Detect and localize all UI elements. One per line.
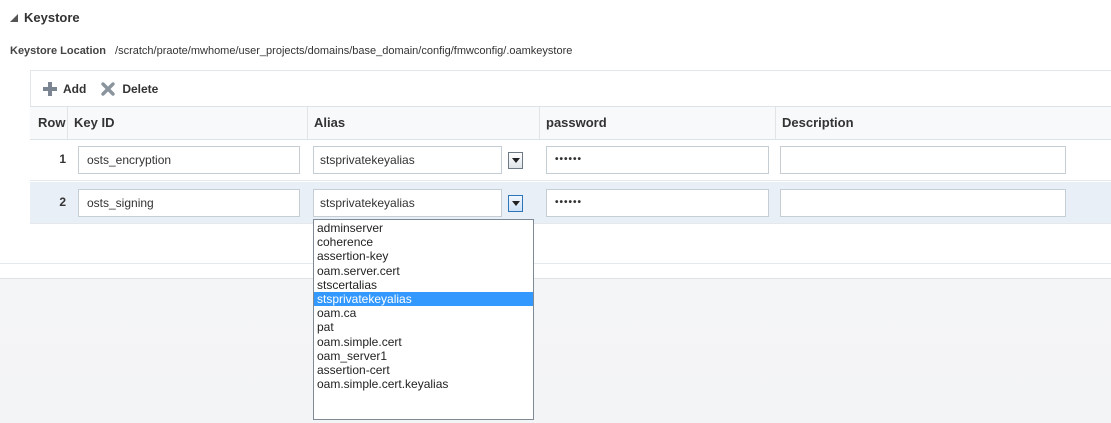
- section-title: Keystore: [24, 9, 80, 25]
- alias-select-value[interactable]: stsprivatekeyalias: [313, 146, 503, 174]
- delete-button-label: Delete: [122, 82, 159, 96]
- keystore-location-value: /scratch/praote/mwhome/user_projects/dom…: [115, 45, 573, 57]
- alias-option[interactable]: pat: [314, 320, 533, 334]
- alias-option[interactable]: oam.simple.cert.keyalias: [314, 377, 533, 391]
- alias-option[interactable]: stscertalias: [314, 278, 533, 292]
- column-header-password[interactable]: password: [539, 107, 775, 139]
- table-toolbar: Add Delete: [30, 70, 1111, 107]
- alias-option[interactable]: adminserver: [314, 221, 533, 235]
- chevron-down-icon: [511, 157, 520, 163]
- alias-option[interactable]: oam_server1: [314, 349, 533, 363]
- alias-option-highlighted[interactable]: stsprivatekeyalias: [314, 291, 533, 307]
- alias-option[interactable]: oam.server.cert: [314, 264, 533, 278]
- row-number: 1: [59, 152, 66, 166]
- add-button-label: Add: [63, 82, 87, 96]
- column-header-key-id[interactable]: Key ID: [67, 107, 307, 139]
- divider: [0, 263, 1111, 264]
- alias-option[interactable]: oam.ca: [314, 306, 533, 320]
- footer-area: [0, 278, 1111, 423]
- table-row[interactable]: 2 osts_signing stsprivatekeyalias ••••••: [30, 182, 1111, 224]
- alias-option[interactable]: assertion-cert: [314, 363, 533, 377]
- alias-dropdown-button[interactable]: [508, 151, 523, 169]
- alias-dropdown-button[interactable]: [508, 194, 523, 212]
- row-number: 2: [59, 195, 66, 209]
- plus-icon: [43, 82, 57, 96]
- keystore-location-label: Keystore Location: [10, 45, 106, 57]
- delete-button[interactable]: Delete: [100, 81, 158, 97]
- alias-select[interactable]: stsprivatekeyalias: [313, 146, 523, 174]
- collapse-triangle-icon[interactable]: [10, 14, 18, 22]
- description-input[interactable]: [780, 146, 1066, 174]
- alias-dropdown-list[interactable]: adminserver coherence assertion-key oam.…: [313, 219, 534, 420]
- alias-option[interactable]: assertion-key: [314, 249, 533, 263]
- table-row[interactable]: 1 osts_encryption stsprivatekeyalias •••…: [30, 139, 1111, 181]
- description-input[interactable]: [780, 189, 1066, 217]
- alias-option[interactable]: coherence: [314, 235, 533, 249]
- keystore-location: Keystore Location /scratch/praote/mwhome…: [10, 45, 572, 57]
- add-button[interactable]: Add: [43, 82, 86, 96]
- keystore-section-header[interactable]: Keystore: [10, 8, 80, 26]
- chevron-down-icon: [511, 200, 520, 206]
- column-header-row[interactable]: Row: [32, 107, 66, 139]
- delete-x-icon: [101, 82, 116, 96]
- key-id-input[interactable]: osts_signing: [78, 189, 300, 217]
- column-header-description[interactable]: Description: [775, 107, 1111, 139]
- table-header: Row Key ID Alias password Description: [30, 106, 1111, 140]
- key-id-input[interactable]: osts_encryption: [78, 146, 300, 174]
- password-field[interactable]: ••••••: [546, 146, 769, 174]
- column-header-alias[interactable]: Alias: [307, 107, 539, 139]
- password-field[interactable]: ••••••: [546, 189, 769, 217]
- alias-select[interactable]: stsprivatekeyalias: [313, 189, 523, 217]
- alias-select-value[interactable]: stsprivatekeyalias: [313, 189, 503, 217]
- alias-option[interactable]: oam.simple.cert: [314, 335, 533, 349]
